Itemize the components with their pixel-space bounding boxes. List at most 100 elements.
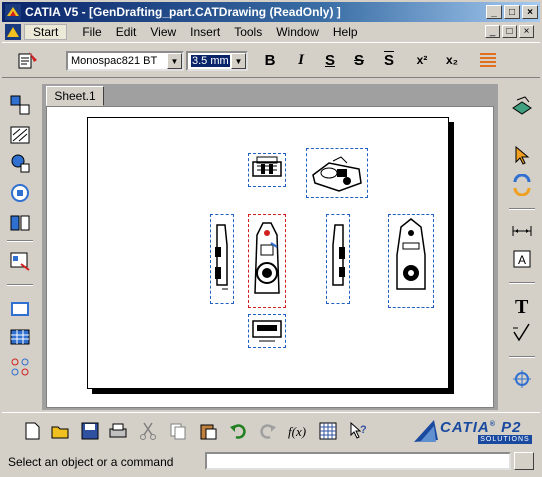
overline-button[interactable]: S [377,50,401,70]
isometric-view-frame[interactable] [306,148,368,198]
undo-icon[interactable] [226,419,250,443]
bottom-view-frame[interactable] [248,314,286,348]
text-frame-icon[interactable] [476,48,500,72]
title-bar: CATIA V5 - [GenDrafting_part.CATDrawing … [2,2,540,22]
right-view-frame[interactable] [326,214,350,304]
view-wizard-icon[interactable] [7,248,33,274]
isometric-view-drawing [312,156,362,192]
overline-icon: S [383,51,394,69]
minimize-button[interactable]: _ [486,5,502,19]
sketcher-icon[interactable] [509,92,535,118]
italic-button[interactable]: I [289,50,313,70]
menu-help[interactable]: Help [326,25,365,39]
text-properties-icon[interactable] [16,49,40,73]
svg-text:f(x): f(x) [288,424,306,439]
chevron-down-icon[interactable]: ▼ [231,53,246,69]
copy-icon[interactable] [166,419,190,443]
window-title: CATIA V5 - [GenDrafting_part.CATDrawing … [25,5,341,19]
front-view-frame[interactable] [248,214,286,308]
toolbar-separator [509,208,535,210]
maximize-button[interactable]: □ [504,5,520,19]
roughness-symbol-icon[interactable] [509,320,535,346]
subscript-icon: x₂ [445,53,458,67]
table-icon[interactable] [7,324,33,350]
table-grid-icon[interactable] [316,419,340,443]
select-arrow-icon[interactable] [509,142,535,168]
status-prompt: Select an object or a command [8,455,174,469]
section-view-icon[interactable] [7,122,33,148]
cut-icon[interactable] [136,419,160,443]
font-name-value: Monospac821 BT [71,55,158,67]
restore-icon: □ [506,26,513,37]
save-icon[interactable] [78,419,102,443]
subscript-button[interactable]: x₂ [440,50,464,70]
toolbar-separator [7,240,33,242]
menu-edit[interactable]: Edit [109,25,144,39]
doc-restore-button[interactable]: □ [502,25,517,38]
doc-close-button[interactable]: × [519,25,534,38]
open-file-icon[interactable] [48,419,72,443]
clipping-view-icon[interactable] [7,180,33,206]
new-file-icon[interactable] [20,419,44,443]
tab-sheet-1[interactable]: Sheet.1 [46,86,104,106]
bottom-view-drawing [252,320,282,342]
command-input[interactable] [205,452,511,470]
superscript-icon: x² [416,53,428,67]
underline-button[interactable]: S [318,50,342,70]
sheet-tab-label: Sheet.1 [54,89,96,103]
redo-icon[interactable] [256,419,280,443]
doc-minimize-button[interactable]: _ [485,25,500,38]
drawing-viewport[interactable] [46,106,494,408]
minimize-icon: _ [489,26,496,37]
annotation-icon[interactable]: A [509,246,535,272]
logo-subtitle: SOLUTIONS [478,435,532,444]
top-view-frame[interactable] [248,153,286,187]
pattern-icon[interactable] [7,354,33,380]
right-toolbar: A T [506,84,538,414]
frame-icon[interactable] [7,296,33,322]
close-icon: × [527,6,533,18]
menu-view[interactable]: View [143,25,183,39]
toolbar-separator [7,284,33,286]
broken-view-icon[interactable] [7,210,33,236]
drawing-workspace: Sheet.1 [42,84,498,410]
catia-app-icon[interactable] [5,4,21,20]
superscript-button[interactable]: x² [410,50,434,70]
document-window-controls: _ □ × [485,25,536,38]
menu-tools[interactable]: Tools [227,25,269,39]
whats-this-icon[interactable]: ? [346,419,370,443]
catia-window: CATIA V5 - [GenDrafting_part.CATDrawing … [0,0,542,477]
chevron-down-icon[interactable]: ▼ [167,53,182,69]
menu-window[interactable]: Window [269,25,326,39]
left-view-frame[interactable] [210,214,234,304]
font-name-select[interactable]: Monospac821 BT ▼ [66,51,184,71]
axis-center-icon[interactable] [509,366,535,392]
strikethrough-button[interactable]: S [347,50,371,70]
update-icon[interactable] [509,172,535,198]
toolbar-separator [509,282,535,284]
command-button[interactable] [514,452,534,470]
drawing-sheet[interactable] [87,117,449,389]
menu-file[interactable]: File [75,25,108,39]
document-icon[interactable] [4,23,22,41]
left-toolbar [4,84,36,414]
print-icon[interactable] [106,419,130,443]
menu-insert[interactable]: Insert [183,25,227,39]
dimension-icon[interactable] [509,218,535,244]
text-icon[interactable]: T [509,292,535,318]
rear-view-drawing [396,218,426,290]
font-size-select[interactable]: 3.5 mm ▼ [186,51,248,71]
close-button[interactable]: × [522,5,538,19]
maximize-icon: □ [508,6,516,18]
formula-icon[interactable]: f(x) [286,419,310,443]
logo-text: CATIA® P2 [440,419,522,436]
views-icon[interactable] [7,92,33,118]
bold-button[interactable]: B [258,50,282,70]
minimize-icon: _ [491,6,497,18]
menu-start[interactable]: Start [24,24,68,40]
logo-suffix: P2 [501,419,522,436]
paste-icon[interactable] [196,419,220,443]
logo-brand: CATIA [440,419,490,436]
detail-view-icon[interactable] [7,150,33,176]
rear-view-frame[interactable] [388,214,434,308]
